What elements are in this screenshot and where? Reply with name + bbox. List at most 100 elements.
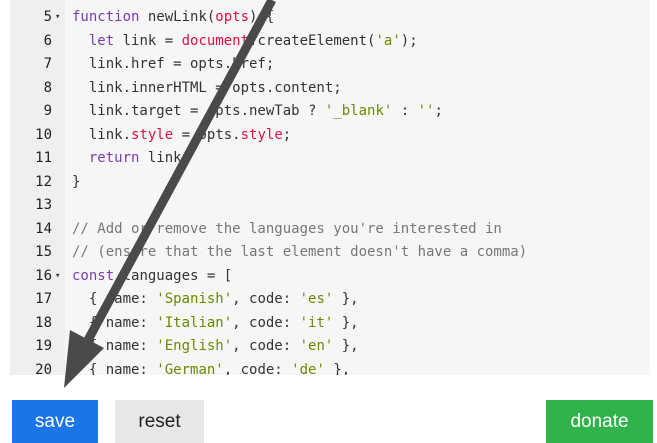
code-token: link.target = opts.newTab ? [72, 103, 325, 119]
reset-button[interactable]: reset [115, 400, 204, 443]
line-number: 17 [35, 291, 52, 307]
code-token: 'Italian' [156, 314, 233, 331]
code-token: { name: [72, 314, 157, 331]
code-token: { name: [72, 338, 157, 354]
code-line[interactable]: 9 link.target = opts.newTab ? '_blank' :… [10, 100, 650, 124]
code-token: }, [333, 291, 359, 307]
line-number: 9 [43, 103, 52, 119]
code-token: opts [215, 9, 250, 25]
code-token: style [131, 126, 174, 143]
code-text: link.target = opts.newTab ? '_blank' : '… [72, 100, 443, 124]
code-token: }, [333, 314, 359, 331]
line-number: 7 [43, 56, 52, 72]
code-token: : [392, 103, 418, 119]
code-line[interactable]: 11 return link; [10, 147, 650, 171]
code-token: link.innerHTML = opts.content; [72, 79, 342, 96]
code-line[interactable]: 16 ▾ const languages = [ [10, 265, 650, 289]
code-token: }, [333, 338, 359, 354]
code-line[interactable]: 10 link.style = opts.style; [10, 124, 650, 148]
code-line[interactable]: 15 // (ensure that the last element doesn… [10, 241, 650, 265]
code-token: newLink( [139, 9, 216, 25]
line-number: 12 [35, 173, 52, 190]
code-text: // Add or remove the languages you're in… [72, 218, 502, 242]
code-token: '_blank' [324, 103, 393, 119]
code-token: link; [139, 150, 191, 166]
line-number: 18 [35, 314, 52, 331]
code-text: link.innerHTML = opts.content; [72, 77, 342, 101]
code-token: , code: [232, 338, 300, 354]
code-line[interactable]: 7 link.href = opts.href; [10, 53, 650, 77]
code-token: document [181, 32, 250, 49]
code-text: return link; [72, 147, 190, 171]
code-line[interactable]: 20 { name: 'German', code: 'de' }, [10, 359, 650, 376]
code-token: 'Spanish' [156, 291, 233, 307]
code-token: = opts. [173, 126, 241, 143]
fold-arrow-icon[interactable]: ▾ [55, 6, 60, 30]
code-line[interactable]: 14 // Add or remove the languages you're … [10, 218, 650, 242]
code-token: .createElement( [249, 32, 376, 49]
code-token: return [88, 150, 140, 166]
code-token: { name: [72, 291, 157, 307]
code-token: 'es' [299, 291, 334, 307]
code-line[interactable]: 19 { name: 'English', code: 'en' }, [10, 335, 650, 359]
code-token: 'English' [156, 338, 233, 354]
code-token: let [88, 32, 115, 49]
code-token: // (ensure that the last element doesn't… [72, 244, 528, 260]
code-token: link = [114, 32, 182, 49]
code-text: { name: 'English', code: 'en' }, [72, 335, 359, 359]
code-text: function newLink(opts) { [72, 6, 274, 30]
code-token: ; [282, 126, 292, 143]
line-number: 14 [35, 220, 52, 237]
code-token: // Add or remove the languages you're in… [72, 220, 502, 237]
code-line[interactable]: 5 ▾ function newLink(opts) { [10, 6, 650, 30]
line-number: 19 [35, 338, 52, 354]
code-line[interactable]: 17 { name: 'Spanish', code: 'es' }, [10, 288, 650, 312]
line-number: 8 [43, 79, 52, 96]
save-button[interactable]: save [12, 400, 98, 443]
code-token: } [72, 173, 81, 190]
code-token: ); [400, 32, 418, 49]
code-token: link. [72, 126, 132, 143]
code-token: ; [434, 103, 443, 119]
line-number: 6 [43, 32, 52, 49]
code-text: link.style = opts.style; [72, 124, 291, 148]
line-number: 15 [35, 244, 52, 260]
code-token: ) { [249, 9, 275, 25]
code-text: { name: 'Spanish', code: 'es' }, [72, 288, 359, 312]
code-line[interactable]: 18 { name: 'Italian', code: 'it' }, [10, 312, 650, 336]
code-editor[interactable]: 5 ▾ function newLink(opts) {6 let link = d… [10, 0, 650, 375]
code-line[interactable]: 13 [10, 194, 650, 218]
code-token: 'a' [375, 32, 401, 49]
code-token: const [72, 267, 115, 284]
code-line[interactable]: 6 let link = document.createElement('a')… [10, 30, 650, 54]
line-number: 10 [35, 126, 52, 143]
code-token: }, [324, 361, 351, 376]
code-line[interactable]: 12} [10, 171, 650, 195]
code-token: { name: [72, 361, 157, 376]
code-line[interactable]: 8 link.innerHTML = opts.content; [10, 77, 650, 101]
code-token: 'it' [299, 314, 334, 331]
code-token: languages = [ [114, 267, 233, 284]
code-token: , code: [232, 291, 300, 307]
code-token: , code: [223, 361, 292, 376]
line-number: 11 [35, 150, 52, 166]
code-area[interactable]: 5 ▾ function newLink(opts) {6 let link = d… [10, 6, 650, 375]
code-text: let link = document.createElement('a'); [72, 30, 418, 54]
line-number: 16 [35, 267, 52, 284]
code-text: link.href = opts.href; [72, 53, 274, 77]
code-text: // (ensure that the last element doesn't… [72, 241, 527, 265]
code-token: style [240, 126, 283, 143]
fold-arrow-icon[interactable]: ▾ [55, 265, 60, 289]
code-token: , code: [232, 314, 300, 331]
line-number: 13 [35, 197, 52, 213]
code-token: 'en' [299, 338, 334, 354]
code-token: 'German' [156, 361, 224, 376]
code-text: { name: 'German', code: 'de' }, [72, 359, 350, 376]
code-text: } [72, 171, 80, 195]
code-token: link.href = opts.href; [72, 56, 275, 72]
donate-button[interactable]: donate [546, 400, 653, 443]
line-number: 5 [43, 9, 52, 25]
code-token: 'de' [291, 361, 325, 376]
